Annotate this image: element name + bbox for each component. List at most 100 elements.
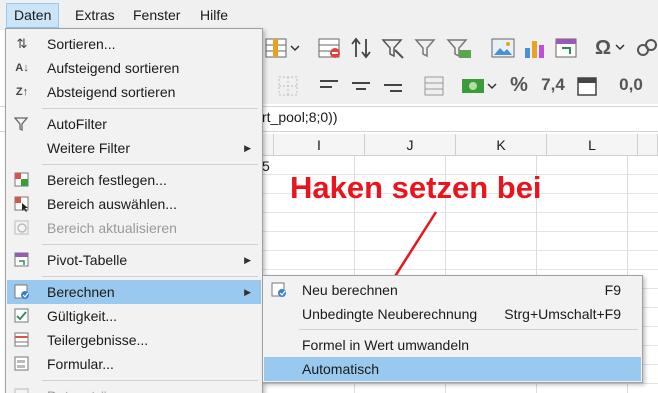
menu-item-label: Bereich auswählen... — [47, 196, 177, 212]
menu-item-label: Gültigkeit... — [47, 308, 118, 324]
column-header-i[interactable]: I — [274, 134, 365, 156]
percent-format-button[interactable]: % — [508, 71, 530, 99]
submenu-item-autocalculate[interactable]: Automatisch — [264, 357, 641, 381]
menu-item-autofilter[interactable]: AutoFilter — [7, 112, 261, 136]
submenu-item-hard-recalculate[interactable]: Unbedingte Neuberechnung Strg+Umschalt+F… — [264, 302, 641, 326]
menu-item-label: Absteigend sortieren — [47, 84, 176, 100]
submenu-item-label: Unbedingte Neuberechnung — [302, 306, 478, 322]
subtotals-icon — [13, 332, 31, 348]
currency-format-icon[interactable] — [460, 74, 500, 98]
chevron-down-icon[interactable] — [614, 40, 626, 56]
insert-rows-icon[interactable] — [264, 36, 304, 60]
menu-separator — [42, 108, 258, 109]
sort-icon: ⇅ — [16, 36, 28, 51]
menu-separator — [299, 329, 638, 330]
menu-item-subtotals[interactable]: Teilergebnisse... — [7, 328, 261, 352]
align-left-icon[interactable] — [317, 74, 343, 98]
menu-item-calculate[interactable]: Berechnen ▶ — [7, 280, 261, 304]
recalculate-icon — [270, 282, 288, 298]
menu-item-datastreams: Datenströme... — [7, 384, 261, 393]
standard-toolbar: Ω — [262, 30, 658, 66]
select-range-icon — [13, 196, 31, 212]
menu-item-sort[interactable]: ⇅ Sortieren... — [7, 32, 261, 56]
formula-text[interactable]: rt_pool;8;0)) — [262, 109, 337, 125]
insert-hyperlink-icon[interactable] — [635, 36, 658, 60]
filter-toolbar-icon[interactable] — [413, 36, 439, 60]
menu-separator — [42, 164, 258, 165]
menu-item-label: Weitere Filter — [47, 140, 130, 156]
column-header-partial-right[interactable] — [638, 134, 658, 156]
menu-daten[interactable]: Daten — [6, 3, 60, 28]
menu-extras[interactable]: Extras — [67, 3, 123, 28]
form-icon — [13, 356, 31, 372]
menu-item-define-range[interactable]: Bereich festlegen... — [7, 168, 261, 192]
menu-item-more-filters[interactable]: Weitere Filter ▶ — [7, 136, 261, 160]
column-header-partial[interactable] — [262, 134, 274, 156]
submenu-arrow-icon: ▶ — [244, 143, 251, 153]
menu-item-sort-descending[interactable]: Z↑ Absteigend sortieren — [7, 80, 261, 104]
datastreams-icon — [13, 388, 31, 393]
menu-item-label: Datenströme... — [47, 384, 139, 393]
pivot-table-icon — [13, 252, 31, 268]
shortcut-label: F9 — [604, 282, 621, 298]
calculate-icon — [13, 284, 31, 300]
menu-item-refresh-range: Bereich aktualisieren — [7, 216, 261, 240]
menu-item-label: Bereich aktualisieren — [47, 220, 177, 236]
cell-value[interactable]: 5 — [262, 158, 270, 174]
submenu-arrow-icon: ▶ — [244, 255, 251, 265]
menu-item-label: Berechnen — [47, 284, 115, 300]
menu-item-label: AutoFilter — [47, 116, 107, 132]
menu-item-label: Teilergebnisse... — [47, 332, 149, 348]
calculate-submenu: Neu berechnen F9 Unbedingte Neuberechnun… — [262, 275, 643, 383]
autofilter-icon — [13, 116, 31, 132]
formatting-toolbar: % 7,4 0,0 — [262, 66, 658, 104]
submenu-arrow-icon: ▶ — [244, 287, 251, 297]
submenu-item-label: Formel in Wert umwandeln — [302, 337, 470, 353]
insert-pivot-icon[interactable] — [554, 36, 580, 60]
menu-item-label: Pivot-Tabelle — [47, 252, 128, 268]
standard-filter-icon[interactable] — [445, 36, 475, 60]
menu-item-label: Aufsteigend sortieren — [47, 60, 180, 76]
menu-item-label: Bereich festlegen... — [47, 172, 167, 188]
special-character-icon[interactable]: Ω — [592, 34, 614, 62]
menu-item-validity[interactable]: Gültigkeit... — [7, 304, 261, 328]
submenu-item-label: Automatisch — [302, 361, 380, 377]
table-borders-icon[interactable] — [276, 74, 302, 98]
sort-descending-icon: Z↑ — [15, 86, 29, 98]
insert-image-icon[interactable] — [490, 36, 516, 60]
menu-item-form[interactable]: Formular... — [7, 352, 261, 376]
validity-icon — [13, 308, 31, 324]
menu-fenster[interactable]: Fenster — [125, 3, 188, 28]
sort-ascending-icon: A↓ — [15, 62, 29, 74]
menu-separator — [42, 380, 258, 381]
submenu-item-formula-to-value[interactable]: Formel in Wert umwandeln — [264, 333, 641, 357]
menu-item-label: Sortieren... — [47, 36, 116, 52]
refresh-range-icon — [13, 220, 31, 236]
column-header-j[interactable]: J — [365, 134, 456, 156]
number-format-button[interactable]: 7,4 — [538, 71, 568, 99]
align-right-icon[interactable] — [381, 74, 407, 98]
data-menu: ⇅ Sortieren... A↓ Aufsteigend sortieren … — [5, 28, 263, 393]
column-header-l[interactable]: L — [547, 134, 638, 156]
align-center-icon[interactable] — [349, 74, 375, 98]
menubar: Daten Extras Fenster Hilfe — [0, 0, 658, 30]
annotation-text: Haken setzen bei — [290, 170, 542, 205]
date-format-icon[interactable] — [575, 74, 601, 98]
delete-cells-icon[interactable] — [317, 36, 343, 60]
autofilter-toolbar-icon[interactable] — [381, 36, 407, 60]
menu-item-sort-ascending[interactable]: A↓ Aufsteigend sortieren — [7, 56, 261, 80]
shortcut-label: Strg+Umschalt+F9 — [504, 306, 621, 322]
column-header-k[interactable]: K — [456, 134, 547, 156]
insert-chart-icon[interactable] — [522, 36, 548, 60]
menu-item-pivot-table[interactable]: Pivot-Tabelle ▶ — [7, 248, 261, 272]
menu-item-label: Formular... — [47, 356, 114, 372]
submenu-item-label: Neu berechnen — [302, 282, 398, 298]
add-decimal-button[interactable]: 0,0 — [614, 71, 648, 99]
merge-cells-icon[interactable] — [422, 74, 448, 98]
menu-separator — [42, 276, 258, 277]
menu-separator — [42, 244, 258, 245]
submenu-item-recalculate[interactable]: Neu berechnen F9 — [264, 278, 641, 302]
menu-item-select-range[interactable]: Bereich auswählen... — [7, 192, 261, 216]
menu-hilfe[interactable]: Hilfe — [192, 3, 236, 28]
sort-toolbar-icon[interactable] — [349, 36, 375, 60]
